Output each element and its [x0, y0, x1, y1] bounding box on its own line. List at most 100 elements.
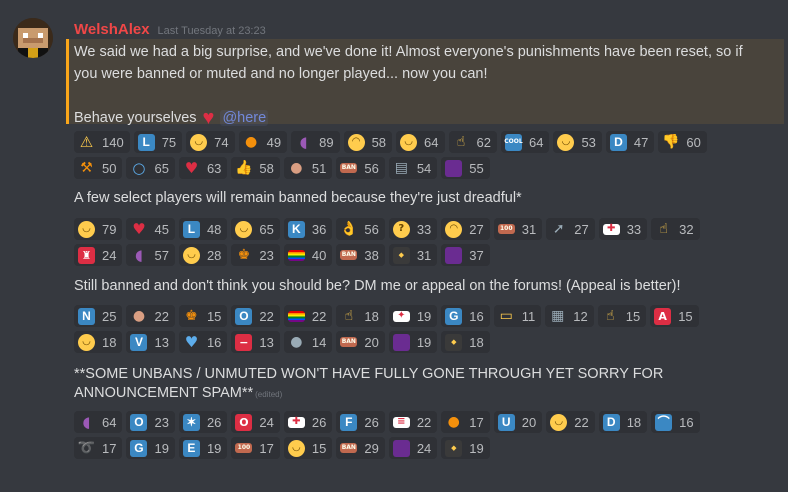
username[interactable]: WelshAlex	[74, 21, 150, 38]
reaction-button[interactable]: ◠ 27	[441, 218, 490, 240]
reaction-button[interactable]: ♜ 24	[74, 244, 123, 266]
reaction-button[interactable]: ◡ 79	[74, 218, 123, 240]
reaction-button[interactable]: 19	[388, 331, 438, 353]
reaction-button[interactable]: E 19	[178, 437, 228, 459]
reaction-count: 22	[154, 308, 169, 324]
reaction-button[interactable]: ◡ 18	[74, 331, 123, 353]
reaction-button[interactable]: O 22	[231, 305, 280, 327]
reaction-button[interactable]: ◆ 18	[441, 331, 490, 353]
australia-flag-icon: ✶	[182, 413, 200, 431]
reaction-button[interactable]: ● 14	[283, 331, 333, 353]
reaction-button[interactable]: 37	[441, 244, 490, 266]
reaction-button[interactable]: ♥ 63	[178, 157, 228, 179]
letter-o-icon: O	[235, 307, 253, 325]
reaction-button[interactable]: ● 49	[238, 131, 288, 153]
reaction-button[interactable]: BAN 56	[336, 157, 385, 179]
reaction-button[interactable]: ⚒ 50	[74, 157, 123, 179]
reaction-button[interactable]: COOL 64	[500, 131, 550, 153]
reaction-button[interactable]: ➚ 27	[546, 218, 595, 240]
reaction-button[interactable]: O 24	[231, 411, 280, 433]
reaction-button[interactable]: ☝ 18	[336, 305, 385, 327]
reaction-button[interactable]: ● 22	[126, 305, 175, 327]
hammer-icon: ⚒	[80, 160, 93, 176]
reaction-button[interactable]: D 47	[605, 131, 655, 153]
reaction-button[interactable]: ✚ 26	[283, 411, 333, 433]
reaction-button[interactable]: ≡ 22	[388, 411, 438, 433]
reaction-button[interactable]: ◖ 57	[126, 244, 175, 266]
reaction-button[interactable]: U 20	[493, 411, 543, 433]
reaction-button[interactable]: 100 31	[493, 218, 543, 240]
reaction-button[interactable]: ♚ 15	[178, 305, 228, 327]
banned-tag-icon: BAN	[340, 163, 358, 173]
reaction-count: 26	[311, 414, 327, 430]
reaction-button[interactable]: 40	[283, 244, 333, 266]
reaction-button[interactable]: 👎 60	[658, 131, 707, 153]
reaction-button[interactable]: ◆ 31	[388, 244, 438, 266]
reaction-button[interactable]: L 75	[133, 131, 183, 153]
reaction-button[interactable]: −13	[231, 331, 280, 353]
reaction-button[interactable]: ▤ 54	[388, 157, 438, 179]
reaction-button[interactable]: ♥ 45	[126, 218, 175, 240]
reaction-button[interactable]: ◡ 22	[546, 411, 595, 433]
reaction-button[interactable]: L 48	[178, 218, 228, 240]
reaction-button[interactable]: ⌒ 16	[651, 411, 700, 433]
reaction-button[interactable]: ◖ 89	[291, 131, 340, 153]
reaction-button[interactable]: 100 17	[231, 437, 280, 459]
reaction-button[interactable]: D 18	[598, 411, 648, 433]
reaction-button[interactable]: ? 33	[388, 218, 438, 240]
reaction-button[interactable]: ● 17	[441, 411, 490, 433]
reaction-button[interactable]: ◡ 53	[553, 131, 602, 153]
joy-face-icon: ◡	[235, 220, 253, 238]
reaction-button[interactable]: BAN 38	[336, 244, 385, 266]
reaction-button[interactable]: 22	[283, 305, 333, 327]
reaction-button[interactable]: ✦ 19	[388, 305, 438, 327]
reaction-button[interactable]: O 23	[126, 411, 175, 433]
reaction-button[interactable]: 👌 56	[336, 218, 385, 240]
reaction-button[interactable]: G 19	[126, 437, 175, 459]
reaction-button[interactable]: G 16	[441, 305, 490, 327]
reaction-button[interactable]: ➰ 17	[74, 437, 123, 459]
reaction-count: 24	[416, 440, 432, 456]
reaction-button[interactable]: ☝ 32	[651, 218, 700, 240]
reaction-button[interactable]: ◡ 64	[396, 131, 445, 153]
reaction-button[interactable]: ◆ 19	[441, 437, 490, 459]
reaction-button[interactable]: ◖ 64	[74, 411, 123, 433]
reaction-button[interactable]: ♚ 23	[231, 244, 280, 266]
reaction-button[interactable]: ✶ 26	[178, 411, 228, 433]
reaction-button[interactable]: ◡ 28	[178, 244, 228, 266]
reaction-button[interactable]: BAN 20	[336, 331, 385, 353]
reaction-button[interactable]: ▦ 12	[545, 305, 594, 327]
reaction-button[interactable]: BAN 29	[336, 437, 385, 459]
bridge-at-night-icon: ⌒	[655, 413, 673, 431]
reaction-button[interactable]: K 36	[283, 218, 333, 240]
reaction-button[interactable]: ⚠ 140	[74, 131, 130, 153]
reaction-button[interactable]: 55	[441, 157, 490, 179]
heart-icon: ♥	[132, 219, 146, 238]
reaction-button[interactable]: ▭ 11	[493, 305, 542, 327]
reaction-button[interactable]: A 15	[650, 305, 699, 327]
timestamp[interactable]: Last Tuesday at 23:23	[157, 25, 265, 37]
reaction-button[interactable]: ● 51	[283, 157, 333, 179]
reaction-button[interactable]: ☝ 15	[597, 305, 647, 327]
reaction-button[interactable]: ☝ 62	[448, 131, 497, 153]
reaction-button[interactable]: ◠ 58	[343, 131, 393, 153]
reaction-button[interactable]: ◡ 74	[186, 131, 235, 153]
reaction-button[interactable]: ○ 65	[126, 157, 175, 179]
here-mention[interactable]: @here	[220, 110, 269, 126]
reaction-count: 17	[102, 440, 117, 456]
message-line-2: A few select players will remain banned …	[74, 190, 522, 206]
grin-face-icon: ◡	[190, 133, 208, 151]
reaction-count: 15	[625, 308, 641, 324]
reaction-button[interactable]: 👍 58	[231, 157, 280, 179]
avatar[interactable]	[13, 18, 53, 58]
reaction-button[interactable]: 24	[388, 437, 438, 459]
reaction-button[interactable]: N 25	[74, 305, 123, 327]
reaction-button[interactable]: V 13	[126, 331, 175, 353]
reaction-button[interactable]: ◡ 65	[231, 218, 280, 240]
reaction-button[interactable]: F 26	[336, 411, 385, 433]
reaction-button[interactable]: ✚ 33	[598, 218, 648, 240]
letter-e-icon: E	[182, 439, 200, 457]
reaction-button[interactable]: ♥ 16	[178, 331, 228, 353]
reaction-count: 18	[626, 414, 642, 430]
reaction-button[interactable]: ◡ 15	[283, 437, 333, 459]
